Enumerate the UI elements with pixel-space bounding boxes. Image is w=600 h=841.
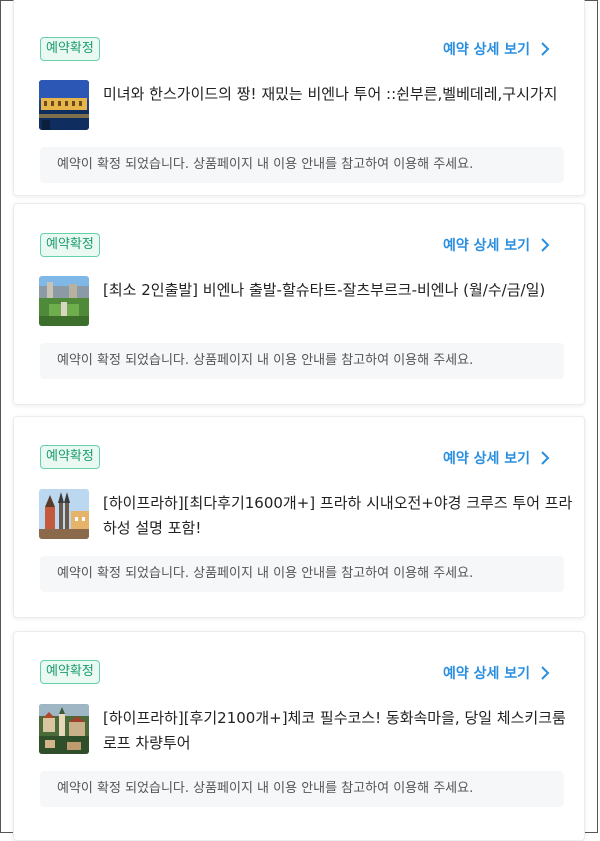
tour-thumbnail[interactable] [39,276,89,326]
cesky-krumlov-image [39,704,89,754]
reservation-notice: 예약이 확정 되었습니다. 상품페이지 내 이용 안내를 참고하여 이용해 주세… [40,556,564,592]
tour-thumbnail[interactable] [39,80,89,130]
tour-thumbnail[interactable] [39,704,89,754]
status-badge: 예약확정 [40,660,100,684]
tour-thumbnail[interactable] [39,489,89,539]
detail-link-label: 예약 상세 보기 [442,451,530,467]
reservation-card: 예약확정 예약 상세 보기 미녀와 한스가이드의 짱! 재밌는 비엔나 투어 :… [13,0,585,196]
reservation-notice: 예약이 확정 되었습니다. 상품페이지 내 이용 안내를 참고하여 이용해 주세… [40,343,564,379]
salzburg-garden-image [39,276,89,326]
schonbrunn-palace-image [39,80,89,130]
reservation-card: 예약확정 예약 상세 보기 [하이프라하][최다후기1600개+] 프라하 시내… [13,416,585,618]
tour-title[interactable]: [하이프라하][최다후기1600개+] 프라하 시내오전+야경 크루즈 투어 프… [103,491,573,541]
tour-title[interactable]: 미녀와 한스가이드의 짱! 재밌는 비엔나 투어 ::쉰부른,벨베데레,구시가지 [103,82,573,107]
detail-link-label: 예약 상세 보기 [442,42,530,58]
tour-title[interactable]: [하이프라하][후기2100개+]체코 필수코스! 동화속마을, 당일 체스키크… [103,706,573,756]
detail-link-label: 예약 상세 보기 [442,238,530,254]
tour-title[interactable]: [최소 2인출발] 비엔나 출발-할슈타트-잘츠부르크-비엔나 (월/수/금/일… [103,278,573,303]
chevron-right-icon [541,451,550,465]
reservation-notice: 예약이 확정 되었습니다. 상품페이지 내 이용 안내를 참고하여 이용해 주세… [40,147,564,183]
chevron-right-icon [541,666,550,680]
reservation-card: 예약확정 예약 상세 보기 [최소 2인출발] 비엔나 출발-할슈타트-잘츠부르… [13,203,585,405]
chevron-right-icon [541,238,550,252]
reservation-detail-link[interactable]: 예약 상세 보기 [443,448,552,468]
detail-link-label: 예약 상세 보기 [442,666,530,682]
prague-old-town-image [39,489,89,539]
reservation-card: 예약확정 예약 상세 보기 [하이프라하][후기2100개+]체코 필수코스! … [13,631,585,841]
status-badge: 예약확정 [40,445,100,469]
reservation-detail-link[interactable]: 예약 상세 보기 [443,235,552,255]
status-badge: 예약확정 [40,233,100,257]
status-badge: 예약확정 [40,37,100,61]
chevron-right-icon [541,42,550,56]
reservation-detail-link[interactable]: 예약 상세 보기 [443,663,552,683]
reservation-detail-link[interactable]: 예약 상세 보기 [443,39,552,59]
reservation-notice: 예약이 확정 되었습니다. 상품페이지 내 이용 안내를 참고하여 이용해 주세… [40,771,564,807]
